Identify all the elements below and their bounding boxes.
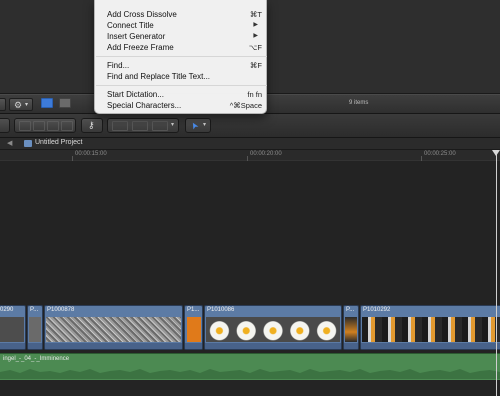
menu-item-add-freeze-frame[interactable]: Add Freeze Frame ⌥F: [107, 42, 262, 53]
menu-item-start-dictation[interactable]: Start Dictation... fn fn: [107, 89, 262, 100]
context-menu: Add Cross Dissolve ⌘T Connect Title ▶ In…: [94, 0, 267, 114]
video-clip[interactable]: P1...: [184, 305, 203, 350]
menu-separator: [96, 56, 267, 57]
chevron-down-icon: ▾: [171, 122, 175, 128]
append-edit-icon[interactable]: [47, 121, 59, 131]
items-count: 9 items: [349, 100, 369, 106]
menu-item-insert-generator[interactable]: Insert Generator ▶: [107, 31, 262, 42]
audio-video-buttons-group[interactable]: ▾: [107, 118, 179, 133]
video-icon[interactable]: [152, 121, 168, 131]
project-icon: [24, 140, 32, 147]
timeline-ruler[interactable]: 00:00:15:00 00:00:20:00 00:00:25:00: [0, 150, 500, 161]
key-icon: ⚷: [88, 120, 95, 130]
submenu-arrow-icon: ▶: [253, 22, 258, 28]
fcp-window: ⚙ ▾ 9 items ⚷ ▾ ➤ ▾ ◀ Untitled Project 0…: [0, 0, 500, 396]
menu-item-special-characters[interactable]: Special Characters... ^⌘Space: [107, 100, 262, 111]
video-clip[interactable]: P...: [343, 305, 359, 350]
clip-appearance-icon[interactable]: [112, 121, 128, 131]
shortcut-label: fn fn: [247, 90, 262, 99]
shortcut-label: ^⌘Space: [229, 101, 262, 110]
filmstrip-view-icon[interactable]: [41, 98, 53, 108]
clip-thumbnail: [0, 317, 24, 342]
clip-thumbnail: [187, 317, 201, 342]
audio-icon[interactable]: [132, 121, 148, 131]
list-view-icon[interactable]: [59, 98, 71, 108]
clip-label: P...: [30, 307, 39, 313]
gear-icon: ⚙: [14, 100, 23, 110]
keyword-button[interactable]: ⚷: [81, 118, 103, 133]
project-bar: ◀ Untitled Project: [0, 138, 500, 150]
audio-clip-label: ingel_-_04_-_Imminence: [3, 356, 70, 362]
clip-thumbnail: [46, 317, 181, 342]
toolbar-left-button[interactable]: [0, 118, 10, 133]
chevron-down-icon: ▾: [203, 122, 207, 128]
submenu-arrow-icon: ▶: [253, 33, 258, 39]
clip-label: P...: [346, 307, 355, 313]
clip-label: P1000878: [47, 307, 75, 313]
video-clip[interactable]: P1010292: [360, 305, 500, 350]
clip-thumbnail: [345, 317, 357, 342]
ruler-timecode: 00:00:20:00: [250, 151, 282, 157]
clip-thumbnail: [206, 317, 340, 342]
clip-label: P1...: [187, 307, 200, 313]
video-clip[interactable]: P1010086: [204, 305, 342, 350]
shortcut-label: ⌘T: [249, 10, 262, 19]
select-tool-button[interactable]: ➤ ▾: [185, 118, 211, 133]
chevron-down-icon: ▾: [25, 102, 29, 108]
action-menu-button[interactable]: ⚙ ▾: [9, 98, 33, 111]
clip-label: 0290: [0, 307, 14, 313]
project-title: Untitled Project: [35, 139, 83, 146]
video-clip[interactable]: P1000878: [44, 305, 183, 350]
clip-thumbnail: [362, 317, 500, 342]
ruler-timecode: 00:00:15:00: [75, 151, 107, 157]
playhead[interactable]: [496, 150, 497, 396]
menu-item-find-replace-title[interactable]: Find and Replace Title Text...: [107, 71, 262, 82]
menu-item-add-cross-dissolve[interactable]: Add Cross Dissolve ⌘T: [107, 9, 262, 20]
edit-buttons-group[interactable]: [14, 118, 76, 133]
shortcut-label: ⌘F: [249, 61, 262, 70]
connect-edit-icon[interactable]: [19, 121, 31, 131]
audio-waveform: [0, 369, 500, 379]
video-clip[interactable]: P...: [27, 305, 43, 350]
insert-edit-icon[interactable]: [33, 121, 45, 131]
back-icon[interactable]: ◀: [7, 139, 12, 147]
arrow-pointer-icon: ➤: [188, 119, 201, 132]
menu-item-connect-title[interactable]: Connect Title ▶: [107, 20, 262, 31]
audio-clip[interactable]: ingel_-_04_-_Imminence: [0, 353, 500, 380]
menu-separator: [96, 85, 267, 86]
timeline-empty-lane: [0, 380, 500, 396]
video-clip[interactable]: 0290: [0, 305, 26, 350]
browser-left-button[interactable]: [0, 98, 6, 111]
overwrite-edit-icon[interactable]: [61, 121, 73, 131]
menu-item-find[interactable]: Find... ⌘F: [107, 60, 262, 71]
ruler-timecode: 00:00:25:00: [424, 151, 456, 157]
clip-label: P1010292: [363, 307, 391, 313]
clip-thumbnail: [29, 317, 41, 342]
shortcut-label: ⌥F: [248, 43, 262, 52]
timeline-toolbar: ⚷ ▾ ➤ ▾: [0, 114, 500, 138]
clip-label: P1010086: [207, 307, 235, 313]
playhead-handle[interactable]: [492, 150, 500, 156]
